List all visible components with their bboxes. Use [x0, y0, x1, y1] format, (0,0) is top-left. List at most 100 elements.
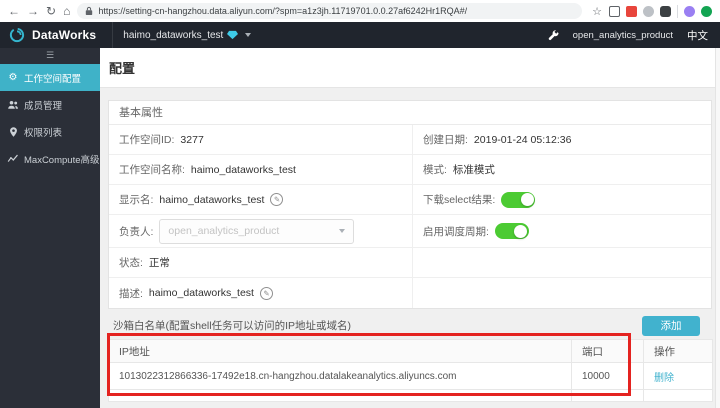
field-label: 显示名:	[119, 194, 154, 206]
workspace-selector[interactable]: haimo_dataworks_test	[112, 22, 261, 48]
add-button[interactable]: 添加	[642, 315, 700, 336]
field-label: 工作空间ID:	[119, 134, 175, 146]
sidebar: ☰ ⚙ 工作空间配置 成员管理 权限列表 MaxCompute高级配置	[0, 48, 119, 408]
field-label: 创建日期:	[423, 134, 468, 146]
page-title: 配置	[109, 61, 136, 76]
display-name-field: 显示名: haimo_dataworks_test ✎	[109, 185, 413, 215]
chevron-down-icon	[245, 33, 252, 37]
field-value: haimo_dataworks_test	[159, 193, 265, 206]
profile-avatar-icon[interactable]	[684, 5, 695, 17]
field-label: 描述:	[119, 287, 143, 300]
workspace-name: haimo_dataworks_test	[123, 29, 224, 41]
sidebar-item-workspace-config[interactable]: ⚙ 工作空间配置	[0, 64, 100, 91]
column-header-ip: IP地址	[108, 339, 572, 363]
table-spacer-row	[108, 389, 713, 402]
table-header-row: IP地址 端口 操作	[108, 339, 713, 363]
brand-title: DataWorks	[32, 28, 97, 42]
toolbar-divider	[677, 4, 678, 18]
owner-field: 负责人: open_analytics_product	[109, 215, 413, 248]
app-header: DataWorks haimo_dataworks_test open_anal…	[0, 22, 720, 48]
main-content: 配置 基本属性 工作空间ID: 3277 创建日期: 2019-01-24 05…	[100, 48, 720, 408]
url-text: https://setting-cn-hangzhou.data.aliyun.…	[98, 6, 468, 16]
basic-properties-card: 基本属性 工作空间ID: 3277 创建日期: 2019-01-24 05:12…	[108, 100, 712, 309]
back-icon[interactable]: ←	[8, 5, 20, 17]
ip-cell: 1013022312866336-17492e18.cn-hangzhou.da…	[108, 362, 572, 390]
schedule-cycle-field: 启用调度周期:	[413, 215, 711, 248]
address-bar[interactable]: https://setting-cn-hangzhou.data.aliyun.…	[77, 3, 583, 19]
home-icon[interactable]: ⌂	[63, 5, 70, 17]
download-select-field: 下载select结果:	[413, 185, 711, 215]
sidebar-item-label: 工作空间配置	[24, 73, 82, 85]
field-label: 启用调度周期:	[423, 225, 489, 238]
dataworks-logo-icon	[8, 26, 26, 44]
field-label: 模式:	[423, 164, 447, 176]
port-cell: 10000	[571, 362, 644, 390]
column-header-action: 操作	[643, 339, 713, 363]
edit-icon[interactable]: ✎	[259, 286, 273, 300]
field-value: haimo_dataworks_test	[148, 287, 254, 299]
owner-select-value: open_analytics_product	[168, 225, 280, 237]
workspace-name-field: 工作空间名称: haimo_dataworks_test	[109, 155, 413, 185]
workspace-id-field: 工作空间ID: 3277	[109, 125, 413, 155]
owner-select[interactable]: open_analytics_product	[159, 218, 355, 244]
field-label: 负责人:	[119, 225, 154, 238]
download-select-toggle[interactable]	[501, 191, 536, 208]
property-row: 工作空间名称: haimo_dataworks_test 模式: 标准模式	[109, 155, 711, 185]
delete-link[interactable]: 删除	[654, 373, 674, 384]
empty-cell	[413, 248, 711, 278]
extension-qr-icon[interactable]	[609, 5, 620, 17]
forward-icon[interactable]: →	[27, 5, 39, 17]
extension-shield-icon[interactable]	[660, 5, 671, 17]
property-row: 负责人: open_analytics_product 启用调度周期:	[109, 215, 711, 248]
status-value: 正常	[148, 257, 170, 269]
field-label: 下载select结果:	[423, 194, 496, 206]
sidebar-item-label: 成员管理	[24, 100, 63, 112]
users-icon	[7, 99, 19, 111]
table-row: 1013022312866336-17492e18.cn-hangzhou.da…	[108, 362, 713, 390]
column-header-port: 端口	[571, 339, 644, 363]
scrollbar[interactable]	[715, 48, 720, 408]
sidebar-item-label: 权限列表	[24, 127, 63, 139]
chart-icon	[7, 153, 19, 164]
extensions-area	[609, 4, 712, 18]
mode-field: 模式: 标准模式	[413, 155, 711, 185]
extension-red-icon[interactable]	[626, 5, 637, 17]
screen: ← → ↻ ⌂ https://setting-cn-hangzhou.data…	[0, 0, 720, 408]
property-row: 描述: haimo_dataworks_test ✎	[109, 278, 711, 308]
sidebar-collapse-icon[interactable]: ☰	[0, 48, 100, 64]
language-switch[interactable]: 中文	[687, 28, 708, 43]
action-cell: 删除	[643, 362, 713, 390]
sidebar-item-maxcompute-config[interactable]: MaxCompute高级配置	[0, 145, 119, 172]
sidebar-item-permissions[interactable]: 权限列表	[0, 118, 100, 145]
edit-icon[interactable]: ✎	[270, 193, 284, 206]
field-label: 状态:	[119, 257, 143, 269]
field-value: 2019-01-24 05:12:36	[473, 133, 572, 146]
lock-icon	[86, 6, 93, 15]
bookmark-star-icon[interactable]: ☆	[592, 5, 602, 18]
whitelist-table: IP地址 端口 操作 1013022312866336-17492e18.cn-…	[108, 339, 713, 402]
field-value: 标准模式	[452, 164, 495, 176]
sandbox-section-title: 沙箱白名单(配置shell任务可以访问的IP地址或域名)	[113, 320, 352, 332]
description-field: 描述: haimo_dataworks_test ✎	[109, 278, 413, 308]
sidebar-item-members[interactable]: 成员管理	[0, 91, 100, 118]
chevron-down-icon	[339, 229, 346, 233]
schedule-cycle-toggle[interactable]	[494, 223, 529, 239]
gear-icon: ⚙	[8, 72, 18, 83]
reload-icon[interactable]: ↻	[46, 5, 56, 17]
sandbox-section-header: 沙箱白名单(配置shell任务可以访问的IP地址或域名) 添加	[108, 314, 712, 337]
gem-badge-icon	[227, 30, 239, 40]
header-right: open_analytics_product 中文	[548, 28, 720, 43]
pin-icon	[7, 126, 19, 138]
wrench-icon[interactable]	[548, 29, 559, 41]
update-icon[interactable]	[701, 5, 712, 17]
basic-properties-title: 基本属性	[109, 101, 711, 125]
property-row: 显示名: haimo_dataworks_test ✎ 下载select结果:	[109, 185, 711, 215]
created-date-field: 创建日期: 2019-01-24 05:12:36	[413, 125, 711, 155]
account-name[interactable]: open_analytics_product	[573, 30, 673, 41]
status-field: 状态: 正常	[109, 248, 413, 278]
extension-gray-icon[interactable]	[643, 5, 654, 17]
empty-cell	[413, 278, 711, 308]
field-label: 工作空间名称:	[119, 164, 185, 176]
browser-toolbar: ← → ↻ ⌂ https://setting-cn-hangzhou.data…	[0, 0, 720, 22]
field-value: haimo_dataworks_test	[190, 163, 296, 176]
